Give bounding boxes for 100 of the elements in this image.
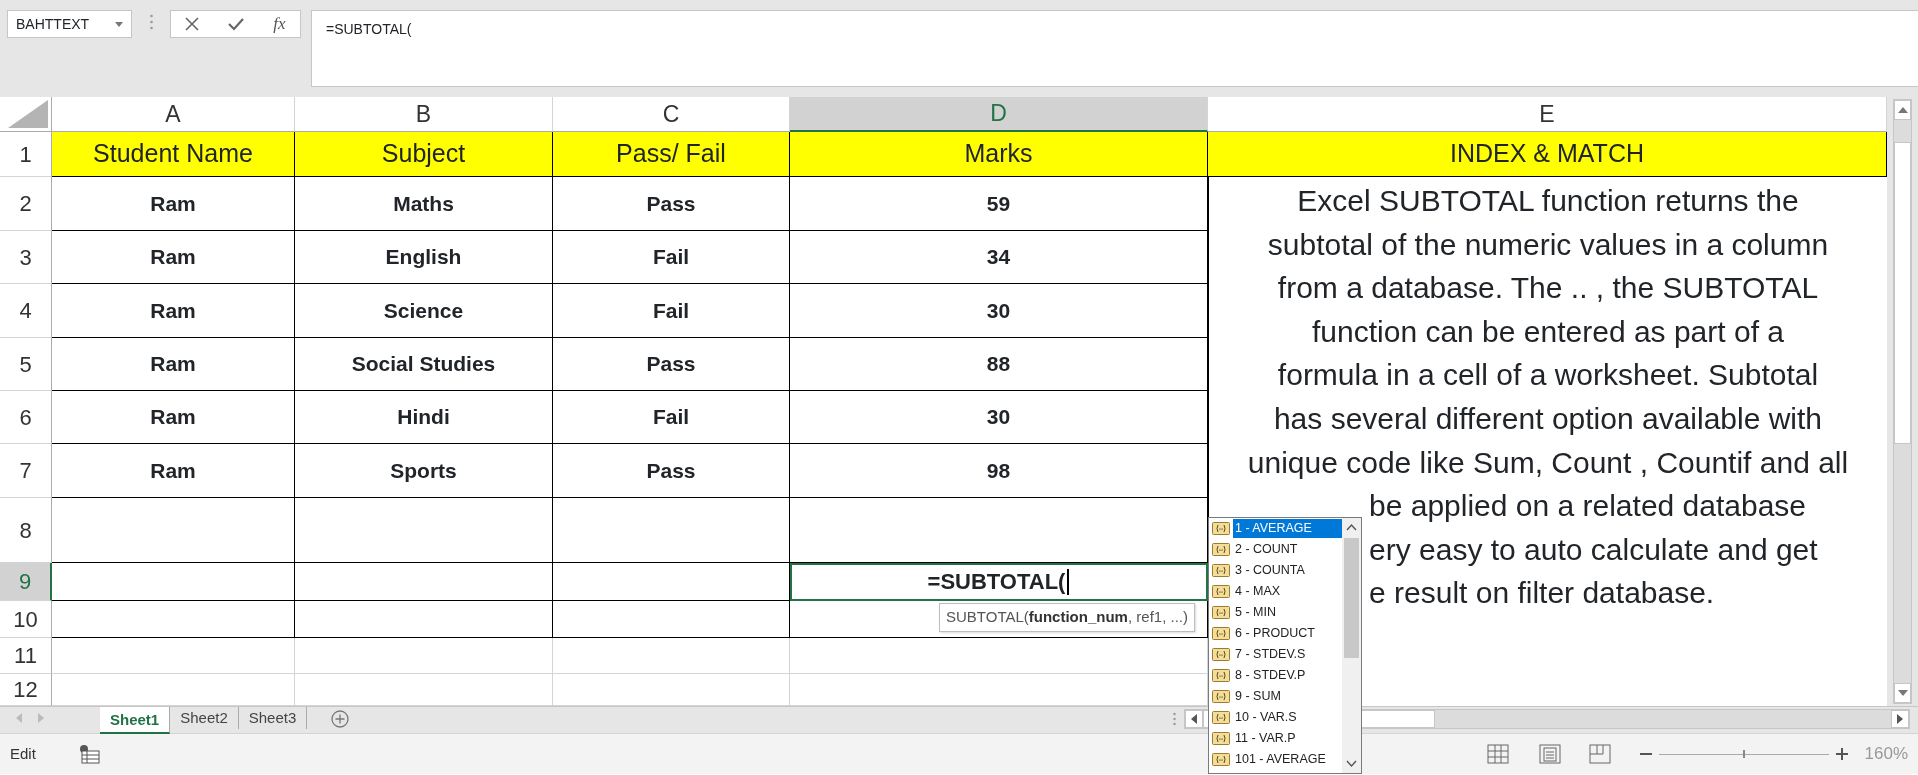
note-text: ery easy to auto calculate and get — [1369, 531, 1819, 568]
table-cell: Pass — [553, 444, 790, 498]
row-header[interactable]: 3 — [0, 231, 52, 284]
scroll-right-icon[interactable] — [1897, 714, 1903, 724]
function-argument-icon — [1212, 564, 1230, 577]
function-argument-icon — [1212, 606, 1230, 619]
sheet-tab[interactable]: Sheet2 — [170, 707, 239, 729]
checkmark-icon[interactable] — [228, 17, 245, 31]
table-cell: Ram — [52, 444, 295, 498]
table-cell: Fail — [553, 391, 790, 444]
add-sheet-icon[interactable] — [331, 710, 350, 728]
function-argument-icon — [1212, 648, 1230, 661]
function-tooltip: SUBTOTAL(function_num, ref1, ...) — [939, 603, 1195, 632]
select-all-icon[interactable] — [8, 100, 48, 128]
note-text: has several different option available with — [1272, 400, 1824, 437]
slider-thumb[interactable] — [1742, 750, 1745, 758]
autocomplete-item[interactable]: 5 - MIN — [1209, 602, 1342, 623]
function-argument-icon — [1212, 711, 1230, 724]
table-cell: Ram — [52, 391, 295, 444]
autocomplete-item[interactable]: 2 - COUNT — [1209, 539, 1342, 560]
page-break-view-icon[interactable] — [1588, 744, 1611, 764]
column-header[interactable]: B — [295, 97, 553, 132]
insert-function-button[interactable]: fx — [273, 11, 286, 37]
autocomplete-item[interactable]: 6 - PRODUCT — [1209, 623, 1342, 644]
scroll-down-icon[interactable] — [1897, 690, 1908, 696]
table-cell: Social Studies — [295, 338, 553, 391]
note-text: function can be entered as part of a — [1311, 313, 1785, 350]
text-cursor — [1067, 568, 1070, 595]
dropdown-caret-icon[interactable] — [115, 21, 123, 27]
table-cell: Science — [295, 284, 553, 338]
scroll-up-icon[interactable] — [1897, 107, 1908, 113]
status-mode: Edit — [10, 743, 36, 764]
note-text: subtotal of the numeric values in a column — [1266, 226, 1830, 263]
note-text: unique code like Sum, Count , Countif and all — [1246, 444, 1850, 481]
scrollbar-thumb[interactable] — [1342, 538, 1361, 658]
note-text: formula in a cell of a worksheet. Subtotal — [1276, 357, 1820, 394]
column-header[interactable]: C — [553, 97, 790, 132]
table-cell: Maths — [295, 177, 553, 231]
active-cell[interactable]: =SUBTOTAL( — [790, 563, 1208, 601]
zoom-in-icon[interactable] — [1834, 747, 1849, 761]
sheet-tab[interactable]: Sheet1 — [100, 707, 171, 734]
table-cell: 34 — [790, 231, 1208, 284]
macro-recording-icon[interactable] — [77, 744, 100, 764]
autocomplete-item[interactable]: 11 - VAR.P — [1209, 728, 1342, 749]
function-argument-icon — [1212, 753, 1230, 766]
row-header[interactable]: 9 — [0, 563, 52, 601]
table-cell: Pass/ Fail — [553, 132, 790, 177]
autocomplete-item[interactable]: 9 - SUM — [1209, 686, 1342, 707]
row-header[interactable]: 1 — [0, 132, 52, 177]
table-cell: Marks — [790, 132, 1208, 177]
autocomplete-item[interactable]: 3 - COUNTA — [1209, 560, 1342, 581]
table-cell: 30 — [790, 391, 1208, 444]
sheet-tab[interactable]: Sheet3 — [238, 707, 308, 729]
table-cell: 88 — [790, 338, 1208, 391]
scroll-left-icon[interactable] — [1191, 714, 1197, 724]
row-header[interactable]: 7 — [0, 444, 52, 498]
function-argument-icon — [1212, 690, 1230, 703]
table-cell: INDEX & MATCH — [1208, 132, 1887, 177]
note-text: from a database. The .. , the SUBTOTAL — [1276, 270, 1820, 307]
row-header[interactable]: 5 — [0, 338, 52, 391]
function-argument-icon — [1212, 627, 1230, 640]
scrollbar-thumb[interactable] — [1894, 142, 1911, 444]
grip-icon[interactable] — [1173, 712, 1176, 726]
table-cell: Ram — [52, 177, 295, 231]
note-text: be applied on a related database — [1369, 488, 1808, 525]
function-argument-icon — [1212, 585, 1230, 598]
function-argument-icon — [1212, 669, 1230, 682]
table-cell: Ram — [52, 231, 295, 284]
autocomplete-item[interactable]: 4 - MAX — [1209, 581, 1342, 602]
note-text: Excel SUBTOTAL function returns the — [1296, 183, 1800, 219]
row-header[interactable]: 8 — [0, 498, 52, 563]
row-header[interactable]: 11 — [0, 638, 52, 674]
table-cell: Pass — [553, 177, 790, 231]
column-header[interactable]: E — [1208, 97, 1887, 132]
autocomplete-item[interactable]: 8 - STDEV.P — [1209, 665, 1342, 686]
row-header[interactable]: 6 — [0, 391, 52, 444]
formula-input[interactable]: =SUBTOTAL( — [311, 10, 1918, 87]
table-cell: 59 — [790, 177, 1208, 231]
row-header[interactable]: 12 — [0, 674, 52, 706]
table-cell: Fail — [553, 231, 790, 284]
column-header[interactable]: D — [790, 97, 1208, 132]
grip-icon[interactable] — [149, 14, 153, 30]
row-header[interactable]: 10 — [0, 601, 52, 638]
cancel-icon[interactable] — [185, 17, 200, 31]
function-argument-icon — [1212, 732, 1230, 745]
autocomplete-item[interactable]: 101 - AVERAGE — [1209, 749, 1342, 770]
column-header[interactable]: A — [52, 97, 295, 132]
table-cell: Student Name — [52, 132, 295, 177]
table-cell: English — [295, 231, 553, 284]
row-header[interactable]: 4 — [0, 284, 52, 338]
page-layout-icon[interactable] — [1538, 744, 1561, 764]
autocomplete-item[interactable]: 7 - STDEV.S — [1209, 644, 1342, 665]
name-box[interactable]: BAHTTEXT — [7, 10, 132, 38]
row-header[interactable]: 2 — [0, 177, 52, 231]
table-cell: Ram — [52, 338, 295, 391]
vertical-scrollbar[interactable] — [1893, 99, 1912, 704]
autocomplete-item[interactable]: 10 - VAR.S — [1209, 707, 1342, 728]
function-argument-icon — [1212, 543, 1230, 556]
normal-view-icon[interactable] — [1486, 744, 1509, 764]
table-cell: Subject — [295, 132, 553, 177]
